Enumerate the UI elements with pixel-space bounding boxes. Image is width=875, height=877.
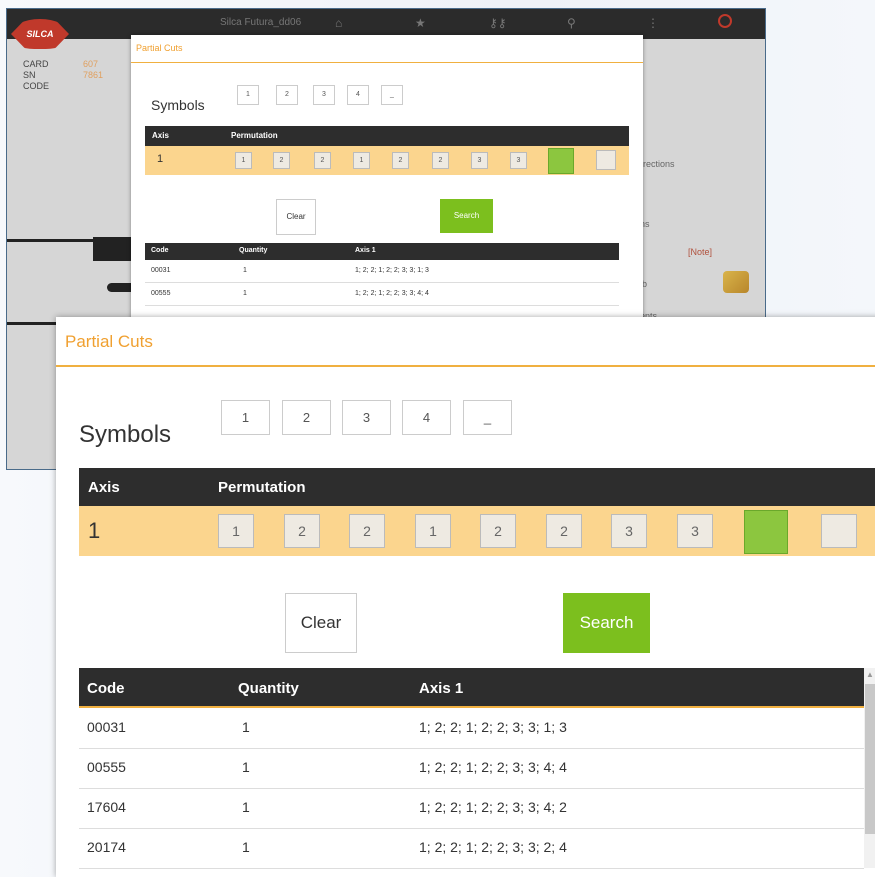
note-link[interactable]: [Note] — [688, 247, 712, 257]
cut-cell[interactable]: 3 — [611, 514, 647, 548]
keys-icon[interactable]: ⚷⚷ — [489, 16, 507, 30]
results-header: Code Quantity Axis 1 — [145, 243, 619, 260]
axis-header: Axis — [88, 479, 120, 496]
permutation-header: Axis Permutation — [79, 468, 875, 506]
search-icon[interactable]: ⚲ — [567, 16, 576, 30]
cut-cell[interactable]: 3 — [677, 514, 713, 548]
cut-cell[interactable]: 2 — [284, 514, 320, 548]
symbol-button[interactable]: 2 — [276, 85, 298, 105]
cut-cell[interactable]: 1 — [218, 514, 254, 548]
symbol-button-2[interactable]: 2 — [282, 400, 331, 435]
quantity-cell: 1 — [242, 759, 250, 775]
cut-cell[interactable]: 2 — [349, 514, 385, 548]
cut-cell[interactable]: 3 — [471, 152, 488, 169]
column-header-quantity[interactable]: Quantity — [238, 680, 299, 697]
symbol-button[interactable]: 1 — [237, 85, 259, 105]
symbol-button-3[interactable]: 3 — [342, 400, 391, 435]
table-row[interactable]: 00031 1 1; 2; 2; 1; 2; 2; 3; 3; 1; 3 — [145, 260, 619, 283]
app-title: Silca Futura_dd06 — [220, 17, 302, 28]
symbol-button[interactable]: _ — [381, 85, 403, 105]
symbols-label: Symbols — [79, 421, 172, 448]
star-icon[interactable]: ★ — [415, 16, 426, 30]
code-cell: 20174 — [87, 839, 126, 855]
home-icon[interactable]: ⌂ — [335, 16, 342, 30]
axis-row: 1 1 2 2 1 2 2 3 3 — [79, 506, 875, 556]
axis-row: 1 1 2 2 1 2 2 3 3 — [145, 146, 629, 175]
partial-cuts-dialog-small: Partial Cuts Symbols 1 2 3 4 _ Axis Perm… — [131, 35, 643, 325]
symbol-button[interactable]: 3 — [313, 85, 335, 105]
selected-cut-cell[interactable] — [744, 510, 788, 554]
results-header: Code Quantity Axis 1 — [79, 668, 864, 708]
axis-number: 1 — [88, 518, 101, 543]
power-icon[interactable] — [718, 14, 732, 28]
quantity-cell: 1 — [242, 799, 250, 815]
quantity-cell: 1 — [242, 839, 250, 855]
scrollbar-thumb[interactable] — [865, 684, 875, 834]
cut-cell[interactable]: 1 — [235, 152, 252, 169]
permutation-header: Axis Permutation — [145, 126, 629, 146]
symbol-button[interactable]: 4 — [347, 85, 369, 105]
results-scrollbar[interactable]: ▲ — [864, 668, 875, 868]
key-profile-shape — [93, 237, 133, 261]
axis-cell: 1; 2; 2; 1; 2; 2; 3; 3; 2; 4 — [419, 839, 567, 855]
cut-cell[interactable]: 2 — [480, 514, 516, 548]
empty-cut-cell[interactable] — [596, 150, 616, 170]
cut-cell[interactable]: 2 — [546, 514, 582, 548]
symbol-button-4[interactable]: 4 — [402, 400, 451, 435]
symbols-label: Symbols — [151, 97, 205, 113]
table-row[interactable]: 00555 1 1; 2; 2; 1; 2; 2; 3; 3; 4; 4 — [79, 748, 864, 789]
column-header-axis[interactable]: Axis 1 — [419, 680, 463, 697]
cut-cell[interactable]: 2 — [273, 152, 290, 169]
clear-button[interactable]: Clear — [285, 593, 357, 653]
cut-cell[interactable]: 1 — [415, 514, 451, 548]
table-row[interactable]: 00555 1 1; 2; 2; 1; 2; 2; 3; 3; 4; 4 — [145, 283, 619, 306]
cut-cell[interactable]: 2 — [314, 152, 331, 169]
cut-cell[interactable]: 1 — [353, 152, 370, 169]
partial-cuts-dialog: Partial Cuts Symbols 1 2 3 4 _ Axis Perm… — [56, 317, 875, 877]
symbol-button-1[interactable]: 1 — [221, 400, 270, 435]
selected-cut-cell[interactable] — [548, 148, 574, 174]
scroll-up-icon[interactable]: ▲ — [866, 670, 874, 679]
dialog-title: Partial Cuts — [131, 35, 643, 63]
cut-cell[interactable]: 2 — [392, 152, 409, 169]
code-cell: 17604 — [87, 799, 126, 815]
key-add-icon[interactable] — [723, 271, 749, 293]
card-info: CARD 607 SN 7861 CODE — [23, 59, 104, 91]
search-button[interactable]: Search — [440, 199, 493, 233]
search-button[interactable]: Search — [563, 593, 650, 653]
symbol-button-blank[interactable]: _ — [463, 400, 512, 435]
table-row[interactable]: 00031 1 1; 2; 2; 1; 2; 2; 3; 3; 1; 3 — [79, 708, 864, 749]
axis-cell: 1; 2; 2; 1; 2; 2; 3; 3; 1; 3 — [419, 719, 567, 735]
cut-cell[interactable]: 2 — [432, 152, 449, 169]
quantity-cell: 1 — [242, 719, 250, 735]
code-cell: 00031 — [87, 719, 126, 735]
table-row[interactable]: 20174 1 1; 2; 2; 1; 2; 2; 3; 3; 2; 4 — [79, 828, 864, 869]
column-header-code[interactable]: Code — [87, 680, 125, 697]
table-row[interactable]: 17604 1 1; 2; 2; 1; 2; 2; 3; 3; 4; 2 — [79, 788, 864, 829]
code-cell: 00555 — [87, 759, 126, 775]
empty-cut-cell[interactable] — [821, 514, 857, 548]
cut-cell[interactable]: 3 — [510, 152, 527, 169]
permutation-header-label: Permutation — [218, 479, 306, 496]
dialog-title: Partial Cuts — [56, 317, 875, 367]
clear-button[interactable]: Clear — [276, 199, 316, 235]
axis-cell: 1; 2; 2; 1; 2; 2; 3; 3; 4; 4 — [419, 759, 567, 775]
menu-icon[interactable]: ⋮ — [647, 16, 659, 30]
axis-cell: 1; 2; 2; 1; 2; 2; 3; 3; 4; 2 — [419, 799, 567, 815]
